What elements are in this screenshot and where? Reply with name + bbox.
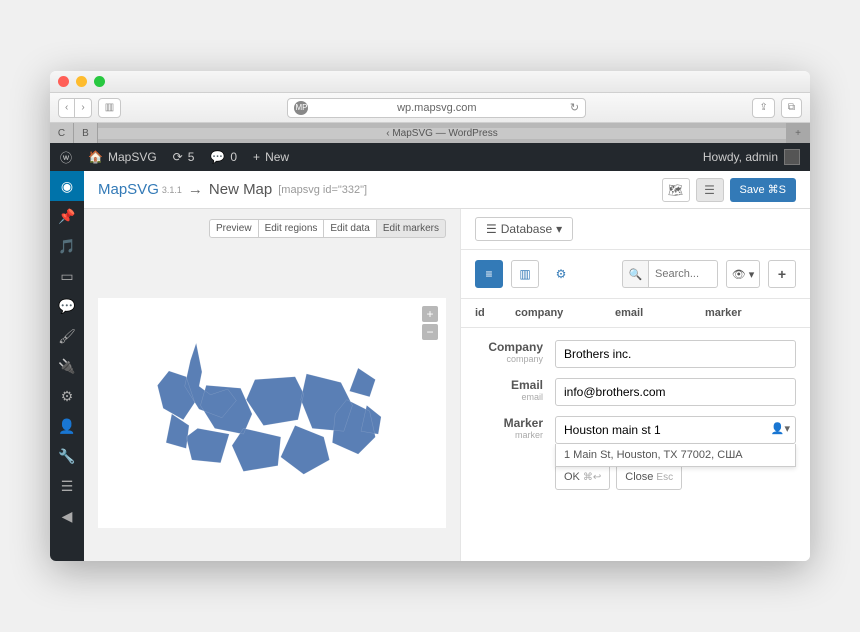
col-email: email xyxy=(615,307,705,319)
pages-icon[interactable]: ▭ xyxy=(50,261,84,291)
right-panel: ☰ Database ▾ ≡ ▥ ⚙ 🔍 👁 ▾ + xyxy=(460,209,810,561)
tab-favicon[interactable]: B xyxy=(74,123,98,143)
search-input[interactable] xyxy=(648,260,718,288)
wp-admin-bar: ⓦ 🏠 MapSVG ⟳ 5 💬 0 + New Howdy, admin xyxy=(50,143,810,171)
list-mode-button[interactable]: ≡ xyxy=(475,260,503,288)
marker-input[interactable] xyxy=(555,416,796,444)
edit-data-button[interactable]: Edit data xyxy=(324,219,376,238)
table-header: id company email marker xyxy=(461,299,810,328)
tabs-button[interactable]: ⧉ xyxy=(781,98,802,118)
appearance-icon[interactable]: 🖌 xyxy=(50,321,84,351)
browser-window: ‹ › ▥ MP wp.mapsvg.com ↻ ⇪ ⧉ C B ‹ MapSV… xyxy=(50,71,810,561)
dashboard-menu-icon[interactable]: ◉ xyxy=(50,171,84,201)
search-icon: 🔍 xyxy=(622,260,648,288)
comments-count: 0 xyxy=(230,150,237,164)
new-content-link[interactable]: + New xyxy=(253,150,289,164)
main-panel: MapSVG 3.1.1 → New Map [mapsvg id="332"]… xyxy=(84,171,810,561)
col-company: company xyxy=(515,307,615,319)
company-input[interactable] xyxy=(555,340,796,368)
back-button[interactable]: ‹ xyxy=(58,98,74,118)
email-label: Email xyxy=(475,378,543,392)
plugins-icon[interactable]: 🔌 xyxy=(50,351,84,381)
new-tab-button[interactable]: + xyxy=(786,123,810,143)
map-view-button[interactable]: 🗺 xyxy=(662,178,690,202)
browser-toolbar: ‹ › ▥ MP wp.mapsvg.com ↻ ⇪ ⧉ xyxy=(50,93,810,123)
content: ◉ 📌 🎵 ▭ 💬 🖌 🔌 ⚙ 👤 🔧 ☰ ◀ MapSVG 3.1.1 → N… xyxy=(50,171,810,561)
us-map-svg[interactable] xyxy=(132,328,412,498)
map-canvas[interactable]: + − xyxy=(98,298,446,528)
marker-sublabel: marker xyxy=(475,430,543,440)
zoom-out-button[interactable]: − xyxy=(422,324,438,340)
database-tab[interactable]: ☰ Database ▾ xyxy=(475,217,573,241)
titlebar xyxy=(50,71,810,93)
updates-count: 5 xyxy=(188,150,195,164)
email-sublabel: email xyxy=(475,392,543,402)
save-button[interactable]: Save ⌘S xyxy=(730,178,796,202)
list-view-button[interactable]: ☰ xyxy=(696,178,724,202)
sidebar-toggle-button[interactable]: ▥ xyxy=(98,98,121,118)
site-link[interactable]: 🏠 MapSVG xyxy=(88,150,157,164)
forward-button[interactable]: › xyxy=(74,98,91,118)
maximize-window-button[interactable] xyxy=(94,76,105,87)
comments-icon[interactable]: 💬 xyxy=(50,291,84,321)
record-form: Company company Email email xyxy=(461,328,810,502)
edit-regions-button[interactable]: Edit regions xyxy=(259,219,325,238)
settings-icon[interactable]: ⚙ xyxy=(50,381,84,411)
company-label: Company xyxy=(475,340,543,354)
preview-button[interactable]: Preview xyxy=(209,219,259,238)
map-shortcode: [mapsvg id="332"] xyxy=(278,184,367,196)
tab-bar: C B ‹ MapSVG — WordPress + xyxy=(50,123,810,143)
minimize-window-button[interactable] xyxy=(76,76,87,87)
refresh-icon[interactable]: ↻ xyxy=(570,101,579,114)
users-icon[interactable]: 👤 xyxy=(50,411,84,441)
settings-gear-icon[interactable]: ⚙ xyxy=(547,260,575,288)
edit-markers-button[interactable]: Edit markers xyxy=(377,219,446,238)
version: 3.1.1 xyxy=(162,185,182,195)
window-controls xyxy=(58,76,105,87)
address-suggestion[interactable]: 1 Main St, Houston, TX 77002, США xyxy=(555,444,796,467)
brand[interactable]: MapSVG xyxy=(98,181,159,198)
updates-link[interactable]: ⟳ 5 xyxy=(173,150,195,164)
edit-mode-buttons: Preview Edit regions Edit data Edit mark… xyxy=(98,219,446,238)
add-record-button[interactable]: + xyxy=(768,260,796,288)
slider-icon[interactable]: ☰ xyxy=(50,471,84,501)
collapse-icon[interactable]: ◀ xyxy=(50,501,84,531)
wp-logo[interactable]: ⓦ xyxy=(60,149,72,166)
pin-icon[interactable]: 📌 xyxy=(50,201,84,231)
site-name: MapSVG xyxy=(108,150,157,164)
url-text: wp.mapsvg.com xyxy=(397,102,476,114)
share-button[interactable]: ⇪ xyxy=(752,98,774,118)
close-button[interactable]: Close Esc xyxy=(616,464,682,490)
tab-active[interactable]: ‹ MapSVG — WordPress xyxy=(98,128,786,139)
site-identity-icon: MP xyxy=(294,101,308,115)
database-tab-bar: ☰ Database ▾ xyxy=(461,209,810,250)
marker-label: Marker xyxy=(475,416,543,430)
media-icon[interactable]: 🎵 xyxy=(50,231,84,261)
person-icon[interactable]: 👤▾ xyxy=(771,422,790,435)
database-toolbar: ≡ ▥ ⚙ 🔍 👁 ▾ + xyxy=(461,250,810,299)
panels: Preview Edit regions Edit data Edit mark… xyxy=(84,209,810,561)
left-panel: Preview Edit regions Edit data Edit mark… xyxy=(84,209,460,561)
breadcrumb-arrow: → xyxy=(188,181,203,198)
new-label: New xyxy=(265,150,289,164)
company-sublabel: company xyxy=(475,354,543,364)
email-input[interactable] xyxy=(555,378,796,406)
grid-mode-button[interactable]: ▥ xyxy=(511,260,539,288)
ok-button[interactable]: OK ⌘↩ xyxy=(555,464,610,490)
comments-link[interactable]: 💬 0 xyxy=(210,150,237,164)
page-header: MapSVG 3.1.1 → New Map [mapsvg id="332"]… xyxy=(84,171,810,209)
map-title: New Map xyxy=(209,181,272,198)
wp-sidebar: ◉ 📌 🎵 ▭ 💬 🖌 🔌 ⚙ 👤 🔧 ☰ ◀ xyxy=(50,171,84,561)
url-bar[interactable]: MP wp.mapsvg.com ↻ xyxy=(287,98,586,118)
zoom-in-button[interactable]: + xyxy=(422,306,438,322)
col-marker: marker xyxy=(705,307,796,319)
close-window-button[interactable] xyxy=(58,76,69,87)
howdy-text[interactable]: Howdy, admin xyxy=(703,150,778,164)
visibility-button[interactable]: 👁 ▾ xyxy=(726,260,760,288)
tools-icon[interactable]: 🔧 xyxy=(50,441,84,471)
tab-favicon[interactable]: C xyxy=(50,123,74,143)
avatar[interactable] xyxy=(784,149,800,165)
database-tab-label: Database xyxy=(501,222,552,236)
col-id: id xyxy=(475,307,515,319)
